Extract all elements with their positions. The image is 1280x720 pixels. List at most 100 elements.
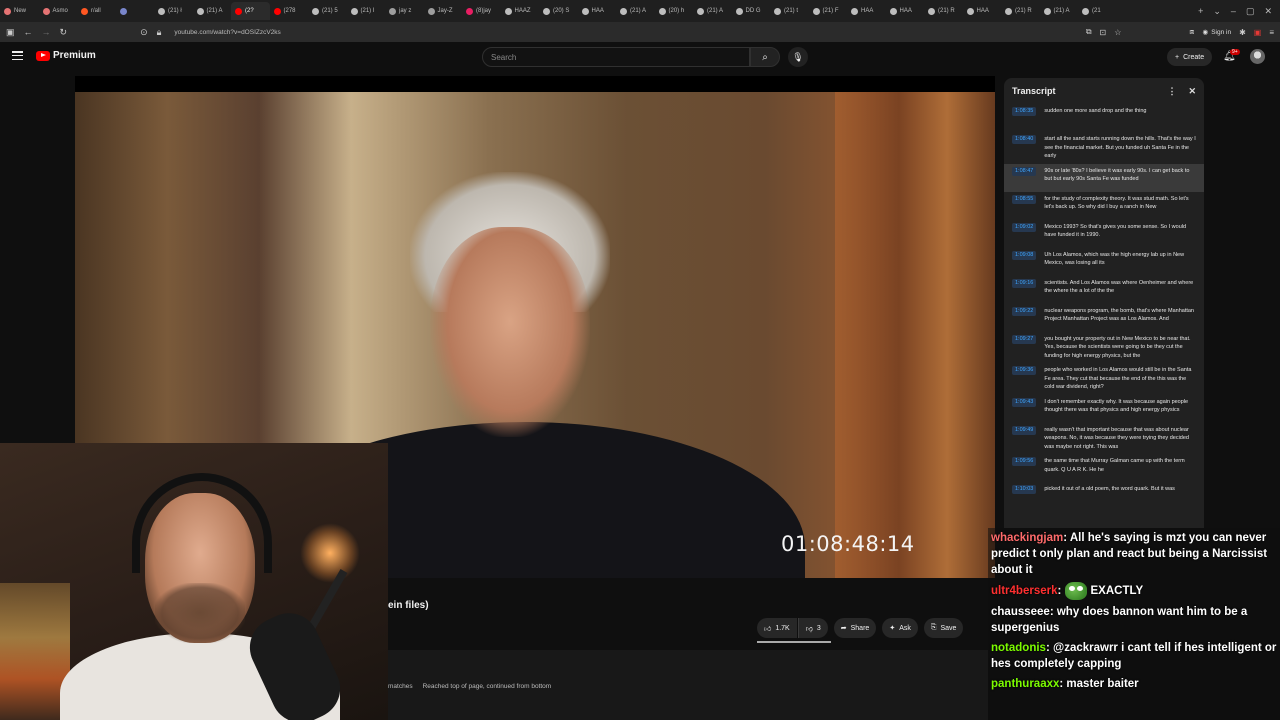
- more-options-icon[interactable]: ⋮: [1167, 86, 1176, 97]
- browser-tab[interactable]: HAA: [963, 2, 1002, 20]
- browser-tab[interactable]: (2?: [231, 2, 270, 20]
- transcript-timestamp[interactable]: 1:08:47: [1012, 166, 1037, 176]
- reload-icon[interactable]: ↻: [60, 27, 68, 38]
- create-button[interactable]: + Create: [1167, 48, 1213, 66]
- extensions-icon[interactable]: ⧈: [1189, 27, 1194, 37]
- chat-username[interactable]: panthuraaxx: [991, 678, 1059, 690]
- browser-tab[interactable]: HAAZ: [501, 2, 540, 20]
- tab-favicon-icon: [235, 7, 242, 15]
- browser-tab[interactable]: (21) I: [347, 2, 386, 20]
- browser-tab[interactable]: (21) F: [809, 2, 848, 20]
- bookmark-star-icon[interactable]: ☆: [1114, 28, 1121, 37]
- transcript-row[interactable]: 1:09:08 Uh Los Alamos, which was the high…: [1004, 248, 1204, 276]
- transcript-row[interactable]: 1:09:36 people who worked in Los Alamos w…: [1004, 363, 1204, 395]
- browser-tab[interactable]: (21: [1078, 2, 1117, 20]
- search-input[interactable]: Search: [482, 47, 750, 67]
- youtube-logo[interactable]: Premium: [36, 50, 96, 61]
- transcript-row[interactable]: 1:09:16 scientists. And Los Alamos was wh…: [1004, 276, 1204, 304]
- tab-favicon-icon: [350, 7, 358, 15]
- forward-icon[interactable]: →: [42, 27, 51, 37]
- extension-badge-icon[interactable]: ▣: [1254, 28, 1262, 37]
- chat-username[interactable]: notadonis: [991, 642, 1046, 654]
- new-tab-icon[interactable]: +: [1198, 6, 1203, 16]
- save-button[interactable]: ⎘ Save: [923, 618, 964, 638]
- browser-tab[interactable]: New: [0, 2, 39, 20]
- transcript-timestamp[interactable]: 1:08:35: [1012, 107, 1037, 116]
- maximize-icon[interactable]: ▢: [1246, 6, 1255, 17]
- browser-tab[interactable]: (8)jay: [462, 2, 501, 20]
- browser-tab[interactable]: (21) ł: [154, 2, 193, 20]
- url-field[interactable]: youtube.com/watch?v=dOSIZzcV2ks: [174, 29, 280, 36]
- browser-tab[interactable]: (21) A: [1040, 2, 1079, 20]
- browser-tab[interactable]: HAA: [847, 2, 886, 20]
- transcript-timestamp[interactable]: 1:09:08: [1012, 250, 1037, 260]
- dislike-button[interactable]: 👎︎ 3: [797, 618, 828, 638]
- transcript-timestamp[interactable]: 1:08:40: [1012, 135, 1037, 144]
- chat-username[interactable]: whackingjam: [991, 532, 1063, 544]
- transcript-timestamp[interactable]: 1:08:55: [1012, 194, 1037, 204]
- browser-tab[interactable]: (21) A: [616, 2, 655, 20]
- site-info-icon[interactable]: ⊙: [140, 27, 148, 38]
- transcript-row[interactable]: 1:08:35 sudden one more sand drop and the…: [1004, 104, 1204, 132]
- transcript-timestamp[interactable]: 1:09:02: [1012, 222, 1037, 232]
- browser-tab[interactable]: HAA: [578, 2, 617, 20]
- extension-puzzle-icon[interactable]: ✱: [1239, 28, 1246, 37]
- transcript-row[interactable]: 1:09:22 nuclear weapons program, the bomb…: [1004, 304, 1204, 332]
- ask-button[interactable]: ✦ Ask: [882, 618, 918, 638]
- sidebar-toggle-icon[interactable]: ▣: [6, 27, 15, 38]
- tab-search-icon[interactable]: ⌄: [1213, 6, 1221, 17]
- transcript-timestamp[interactable]: 1:09:36: [1012, 366, 1037, 375]
- menu-icon[interactable]: [12, 51, 23, 60]
- like-button[interactable]: 👍︎ 1.7K: [757, 618, 797, 638]
- browser-tab[interactable]: Asmo: [39, 2, 78, 20]
- transcript-timestamp[interactable]: 1:09:43: [1012, 397, 1037, 407]
- transcript-row[interactable]: 1:09:56 the same time that Murray Galman …: [1004, 454, 1204, 482]
- browser-tab[interactable]: HAA: [886, 2, 925, 20]
- close-window-icon[interactable]: ✕: [1264, 6, 1272, 17]
- browser-tab[interactable]: r/all: [77, 2, 116, 20]
- transcript-list: 1:08:35 sudden one more sand drop and the…: [1004, 104, 1204, 510]
- dislike-count: 3: [816, 624, 821, 632]
- transcript-row[interactable]: 1:09:27 you bought your property out in N…: [1004, 332, 1204, 364]
- signin-button[interactable]: ◉ Sign in: [1203, 28, 1232, 37]
- browser-tab[interactable]: jay z: [385, 2, 424, 20]
- browser-tab[interactable]: Jay-Z: [424, 2, 463, 20]
- browser-tab[interactable]: (21) 5: [308, 2, 347, 20]
- browser-menu-icon[interactable]: ≡: [1269, 28, 1274, 37]
- browser-tab[interactable]: (21) t: [770, 2, 809, 20]
- chat-username[interactable]: ultr4berserk: [991, 585, 1057, 597]
- transcript-timestamp[interactable]: 1:09:22: [1012, 306, 1037, 316]
- browser-tab[interactable]: [116, 2, 155, 20]
- browser-tab[interactable]: (21) A: [693, 2, 732, 20]
- voice-search-button[interactable]: 🎙︎: [788, 47, 808, 67]
- minimize-icon[interactable]: –: [1231, 6, 1236, 16]
- share-button[interactable]: ➦ Share: [833, 618, 877, 638]
- transcript-row[interactable]: 1:09:49 really wasn't that important beca…: [1004, 423, 1204, 455]
- transcript-row[interactable]: 1:10:03 picked it out of a old poem, the …: [1004, 482, 1204, 510]
- transcript-timestamp[interactable]: 1:09:49: [1012, 425, 1037, 435]
- transcript-timestamp[interactable]: 1:09:27: [1012, 334, 1037, 344]
- browser-tab[interactable]: (21) R: [1001, 2, 1040, 20]
- transcript-timestamp[interactable]: 1:09:16: [1012, 278, 1037, 288]
- transcript-row[interactable]: 1:09:43 I don't remember exactly why. It …: [1004, 395, 1204, 423]
- search-button[interactable]: ⌕: [750, 47, 780, 67]
- transcript-row[interactable]: 1:08:40 start all the sand starts running…: [1004, 132, 1204, 164]
- transcript-timestamp[interactable]: 1:09:56: [1012, 457, 1037, 466]
- transcript-row[interactable]: 1:08:55 for the study of complexity theor…: [1004, 192, 1204, 220]
- avatar[interactable]: [1250, 49, 1265, 64]
- browser-tab[interactable]: (21) R: [924, 2, 963, 20]
- browser-tab[interactable]: (278: [270, 2, 309, 20]
- transcript-row[interactable]: 1:09:02 Mexico 1993? So that's gives you …: [1004, 220, 1204, 248]
- transcript-timestamp[interactable]: 1:10:03: [1012, 485, 1037, 494]
- picture-in-picture-icon[interactable]: ⊡: [1100, 28, 1107, 37]
- cast-icon[interactable]: ⧉: [1086, 27, 1092, 37]
- tab-label: r/all: [91, 8, 101, 14]
- browser-tab[interactable]: (20) S: [539, 2, 578, 20]
- close-icon[interactable]: ✕: [1188, 86, 1196, 97]
- transcript-row[interactable]: 1:08:47 90s or late '80s? I believe it wa…: [1004, 163, 1204, 192]
- back-icon[interactable]: ←: [24, 27, 33, 37]
- browser-tab[interactable]: DD G: [732, 2, 771, 20]
- browser-tab[interactable]: (20) h: [655, 2, 694, 20]
- chat-username[interactable]: chausseee: [991, 606, 1050, 618]
- browser-tab[interactable]: (21) A: [193, 2, 232, 20]
